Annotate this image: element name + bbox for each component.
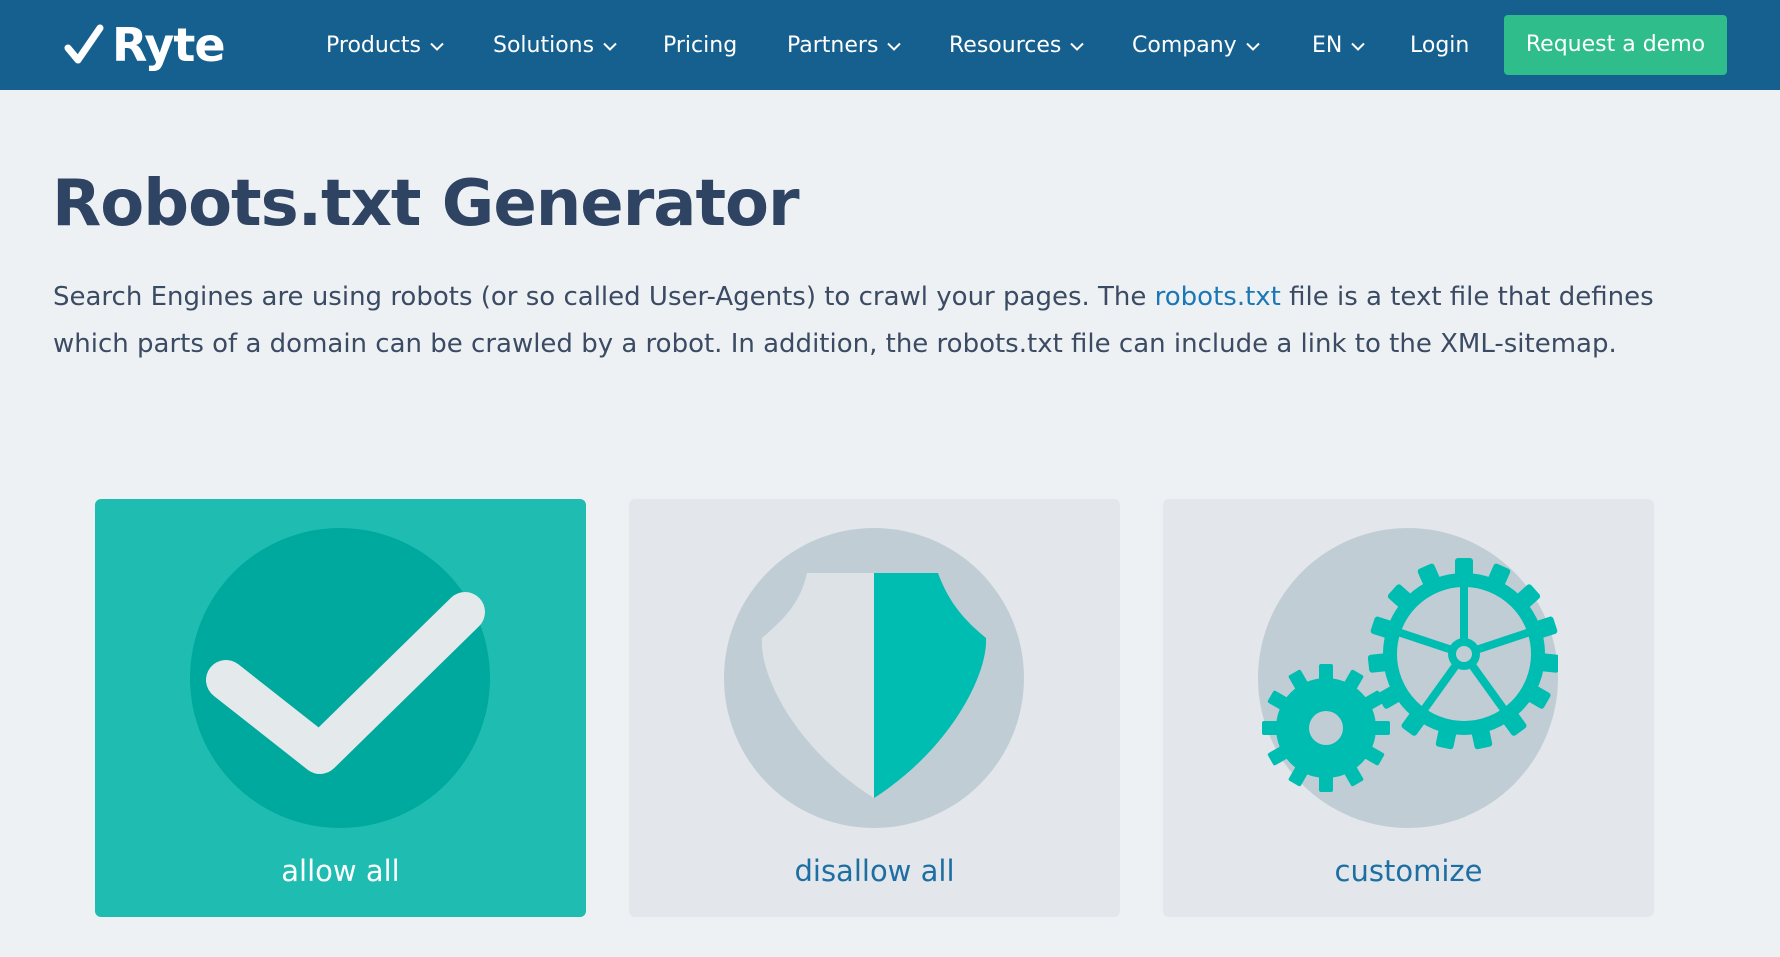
- nav-partners[interactable]: Partners: [787, 28, 902, 64]
- nav-label: Products: [326, 33, 421, 58]
- nav-label: Resources: [949, 33, 1062, 58]
- robots-txt-link[interactable]: robots.txt: [1155, 282, 1281, 312]
- chevron-down-icon: [603, 42, 617, 51]
- nav-company[interactable]: Company: [1132, 28, 1260, 64]
- option-label: allow all: [281, 854, 400, 888]
- nav-label: Solutions: [493, 33, 595, 58]
- brand-logo[interactable]: Ryte: [64, 18, 226, 72]
- login-link[interactable]: Login: [1410, 28, 1469, 64]
- language-selector[interactable]: EN: [1312, 28, 1366, 64]
- nav-label: Pricing: [663, 33, 738, 58]
- page-title: Robots.txt Generator: [52, 167, 800, 241]
- chevron-down-icon: [1351, 42, 1366, 51]
- nav-solutions[interactable]: Solutions: [493, 28, 617, 64]
- intro-paragraph: Search Engines are using robots (or so c…: [53, 274, 1733, 368]
- checkmark-circle-icon: [190, 528, 490, 828]
- request-demo-button[interactable]: Request a demo: [1504, 15, 1727, 75]
- nav-resources[interactable]: Resources: [949, 28, 1085, 64]
- nav-label: Company: [1132, 33, 1237, 58]
- shield-icon: [724, 528, 1024, 828]
- nav-label: EN: [1312, 33, 1343, 58]
- option-card-customize[interactable]: customize: [1163, 499, 1654, 917]
- chevron-down-icon: [1070, 42, 1085, 51]
- nav-products[interactable]: Products: [326, 28, 444, 64]
- top-navbar: Ryte Products Solutions Pricing Partners…: [0, 0, 1780, 90]
- nav-label: Partners: [787, 33, 879, 58]
- brand-name: Ryte: [112, 18, 226, 72]
- option-card-disallow-all[interactable]: disallow all: [629, 499, 1120, 917]
- option-card-allow-all[interactable]: allow all: [95, 499, 586, 917]
- checkmark-logo-icon: [64, 24, 104, 64]
- chevron-down-icon: [430, 42, 444, 51]
- gears-icon: [1258, 528, 1558, 828]
- chevron-down-icon: [1245, 42, 1260, 51]
- option-label: customize: [1334, 854, 1483, 888]
- intro-text-before: Search Engines are using robots (or so c…: [53, 282, 1155, 312]
- option-label: disallow all: [794, 854, 955, 888]
- nav-pricing[interactable]: Pricing: [663, 28, 737, 64]
- chevron-down-icon: [887, 42, 902, 51]
- nav-label: Login: [1410, 33, 1470, 58]
